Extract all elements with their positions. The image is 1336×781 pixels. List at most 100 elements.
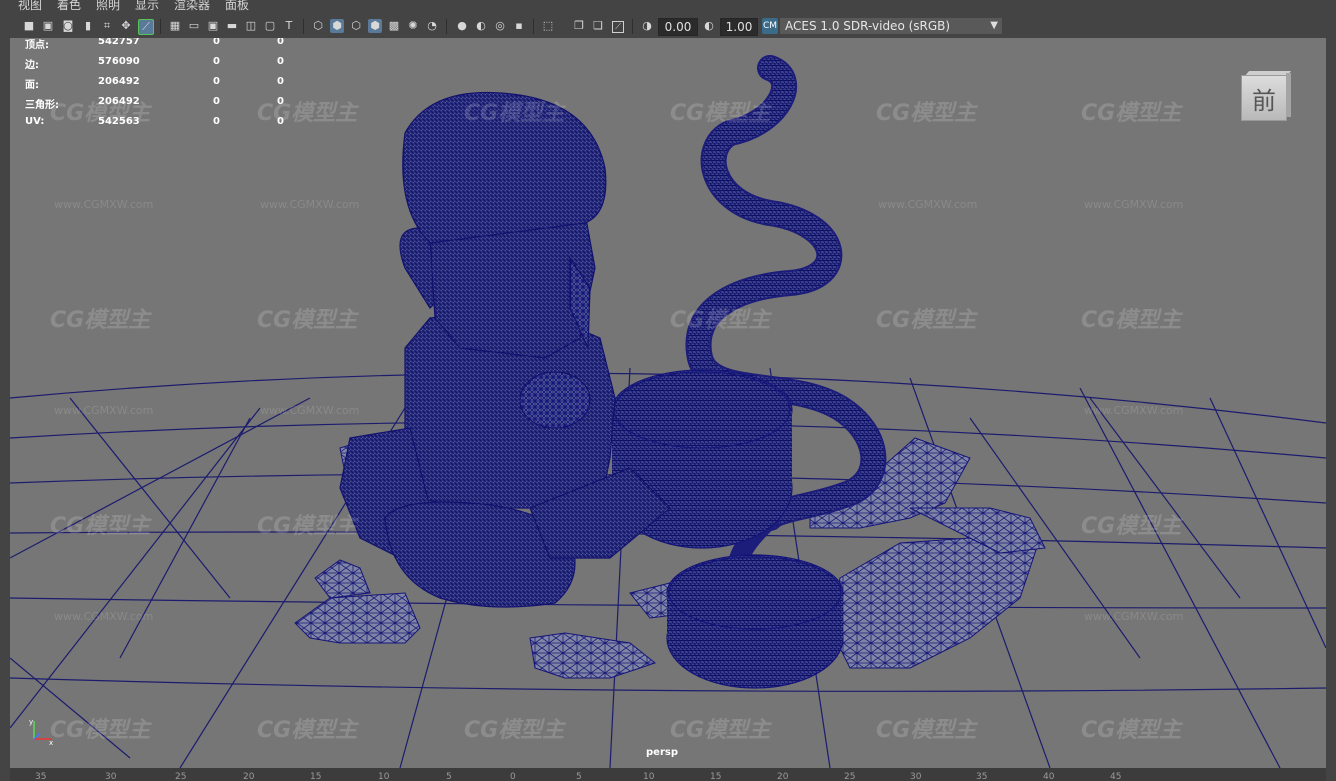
camera-attributes-icon[interactable]: ▣ bbox=[41, 19, 55, 33]
ruler-tick: 10 bbox=[378, 772, 390, 781]
resolution-gate-icon[interactable]: ⟋ bbox=[138, 19, 154, 35]
ruler-tick: 10 bbox=[643, 772, 655, 781]
watermark-logo: CG模型主 bbox=[50, 718, 151, 743]
watermark-logo: CG模型主 bbox=[50, 514, 151, 539]
watermark-logo: CG模型主 bbox=[257, 718, 358, 743]
menu-show[interactable]: 显示 bbox=[135, 0, 159, 13]
paste-icon[interactable]: ❏ bbox=[591, 19, 605, 33]
backface-culling-icon[interactable]: ▪ bbox=[512, 19, 526, 33]
use-all-lights-icon[interactable]: ⬢ bbox=[330, 19, 344, 33]
watermark-url: www.CGMXW.com bbox=[54, 404, 154, 417]
watermark-url: www.CGMXW.com bbox=[54, 610, 154, 623]
watermark-logo: CG模型主 bbox=[670, 308, 771, 333]
right-border bbox=[1326, 38, 1336, 781]
coil-front bbox=[666, 554, 844, 689]
menu-panels[interactable]: 面板 bbox=[225, 0, 249, 13]
panel-menubar: 视图 着色 照明 显示 渲染器 面板 bbox=[0, 0, 1336, 14]
watermark-logo: CG模型主 bbox=[464, 101, 565, 126]
ruler-tick: 45 bbox=[1110, 772, 1122, 781]
menu-lighting[interactable]: 照明 bbox=[96, 0, 120, 13]
watermark-logo: CG模型主 bbox=[876, 101, 977, 126]
watermark-url: www.CGMXW.com bbox=[260, 404, 360, 417]
watermark-logo: CG模型主 bbox=[670, 101, 771, 126]
ambient-occlusion-icon[interactable]: ⬢ bbox=[368, 19, 382, 33]
camera-name-label: persp bbox=[646, 747, 678, 758]
grid-icon[interactable]: ⌗ bbox=[100, 19, 114, 33]
select-tool-icon[interactable]: ⬚ bbox=[541, 19, 555, 33]
color-space-dropdown[interactable]: ACES 1.0 SDR-video (sRGB) ▼ bbox=[780, 18, 1002, 34]
time-ruler[interactable]: 35 30 25 20 15 10 5 0 5 10 15 20 25 30 3… bbox=[10, 768, 1326, 781]
image-plane-icon[interactable]: ▮ bbox=[81, 19, 95, 33]
watermark-logo: CG模型主 bbox=[876, 308, 977, 333]
menu-shading[interactable]: 着色 bbox=[57, 0, 81, 13]
shadows-icon[interactable]: ⬡ bbox=[349, 19, 363, 33]
watermark-url: www.CGMXW.com bbox=[878, 198, 978, 211]
ruler-tick: 40 bbox=[1043, 772, 1055, 781]
film-gate-icon[interactable]: ✥ bbox=[119, 19, 133, 33]
exposure-field[interactable]: 0.00 bbox=[658, 18, 698, 36]
color-space-value: ACES 1.0 SDR-video (sRGB) bbox=[785, 19, 951, 33]
perspective-viewport[interactable]: CG模型主 CG模型主 CG模型主 CG模型主 CG模型主 CG模型主 CG模型… bbox=[10, 38, 1326, 768]
depth-of-field-icon[interactable]: ◔ bbox=[425, 19, 439, 33]
color-management-icon[interactable]: CM bbox=[762, 18, 778, 34]
watermark-logo: CG模型主 bbox=[876, 718, 977, 743]
ruler-tick: 30 bbox=[910, 772, 922, 781]
bookmark-icon[interactable]: ◙ bbox=[61, 19, 75, 33]
wireframe-on-shaded-icon[interactable]: T bbox=[282, 19, 296, 33]
watermark-logo: CG模型主 bbox=[50, 308, 151, 333]
axis-gizmo-icon: y x bbox=[29, 718, 53, 745]
ruler-tick: 25 bbox=[175, 772, 187, 781]
frame-all-icon[interactable]: ⟋ bbox=[612, 21, 624, 33]
exposure-icon[interactable]: ◑ bbox=[640, 19, 654, 33]
ruler-tick: 35 bbox=[976, 772, 988, 781]
ruler-tick: 25 bbox=[844, 772, 856, 781]
ruler-tick: 20 bbox=[243, 772, 255, 781]
safe-action-icon[interactable]: ▣ bbox=[206, 19, 220, 33]
hud-row-edges: 边: 576090 0 0 bbox=[25, 56, 284, 71]
left-border bbox=[0, 38, 10, 781]
safe-title-icon[interactable]: ▬ bbox=[225, 19, 239, 33]
gamma-icon[interactable]: ◐ bbox=[702, 19, 716, 33]
axis-x-label: x bbox=[49, 739, 53, 745]
wireframe-icon[interactable]: ◫ bbox=[244, 19, 258, 33]
watermark-logo: CG模型主 bbox=[1081, 718, 1182, 743]
copy-icon[interactable]: ❐ bbox=[572, 19, 586, 33]
xray-joints-icon[interactable]: ◎ bbox=[493, 19, 507, 33]
gate-mask-icon[interactable]: ▦ bbox=[168, 19, 182, 33]
ruler-tick: 0 bbox=[510, 772, 516, 781]
anti-aliasing-icon[interactable]: ✺ bbox=[406, 19, 420, 33]
select-camera-icon[interactable]: ■ bbox=[22, 19, 36, 33]
panel-toolbar: ■ ▣ ◙ ▮ ⌗ ✥ ⟋ ▦ ▭ ▣ ▬ ◫ ▢ T ⬡ ⬢ ⬡ ⬢ ▩ ✺ … bbox=[0, 14, 1336, 39]
watermark-logo: CG模型主 bbox=[1081, 308, 1182, 333]
smooth-shade-icon[interactable]: ▢ bbox=[263, 19, 277, 33]
ruler-tick: 35 bbox=[35, 772, 47, 781]
ruler-tick: 30 bbox=[105, 772, 117, 781]
scene-wireframe bbox=[10, 55, 1326, 768]
menu-view[interactable]: 视图 bbox=[18, 0, 42, 13]
ruler-tick: 5 bbox=[446, 772, 452, 781]
ruler-tick: 5 bbox=[576, 772, 582, 781]
menu-renderer[interactable]: 渲染器 bbox=[174, 0, 210, 13]
charmer-figure bbox=[339, 91, 671, 608]
ruler-tick: 15 bbox=[710, 772, 722, 781]
gamma-field[interactable]: 1.00 bbox=[720, 18, 758, 36]
field-chart-icon[interactable]: ▭ bbox=[187, 19, 201, 33]
hud-row-triangles: 三角形: 206492 0 0 bbox=[25, 96, 284, 111]
watermark-logo: CG模型主 bbox=[1081, 514, 1182, 539]
ruler-tick: 15 bbox=[310, 772, 322, 781]
motion-blur-icon[interactable]: ▩ bbox=[387, 19, 401, 33]
view-cube-front-face[interactable]: 前 bbox=[1241, 75, 1287, 121]
textured-icon[interactable]: ⬡ bbox=[311, 19, 325, 33]
watermark-logo: CG模型主 bbox=[257, 514, 358, 539]
watermark-url: www.CGMXW.com bbox=[54, 198, 154, 211]
view-cube-side[interactable] bbox=[1286, 73, 1291, 117]
view-cube[interactable]: 前 bbox=[1241, 71, 1292, 123]
xray-icon[interactable]: ◐ bbox=[474, 19, 488, 33]
watermark-logo: CG模型主 bbox=[257, 308, 358, 333]
hud-row-vertices: 顶点: 542757 0 0 bbox=[25, 38, 284, 51]
isolate-select-icon[interactable]: ● bbox=[455, 19, 469, 33]
watermark-url: www.CGMXW.com bbox=[260, 198, 360, 211]
hud-row-faces: 面: 206492 0 0 bbox=[25, 76, 284, 91]
chevron-down-icon: ▼ bbox=[990, 20, 998, 31]
watermark-url: www.CGMXW.com bbox=[1084, 610, 1184, 623]
